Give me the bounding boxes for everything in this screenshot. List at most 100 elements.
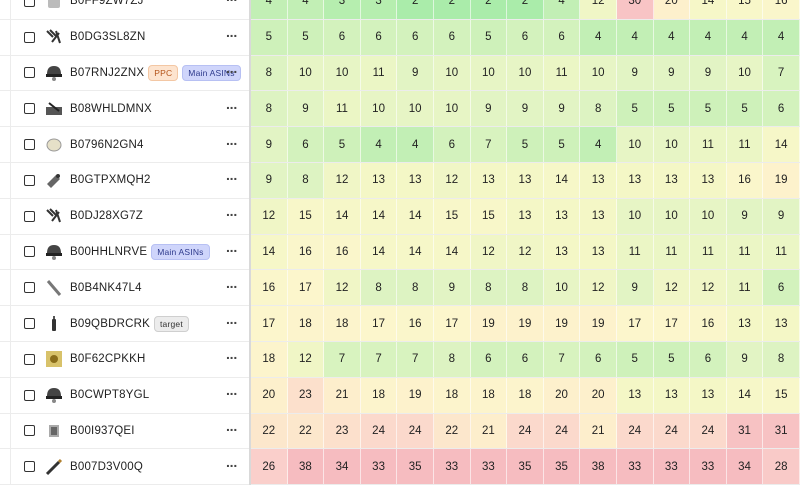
rank-cell: 8: [251, 55, 288, 91]
more-options-button[interactable]: ···: [226, 28, 238, 44]
rank-cell: 22: [251, 413, 288, 449]
row-checkbox[interactable]: [24, 0, 35, 7]
rank-cell: 23: [287, 377, 325, 413]
rank-cell: 33: [470, 449, 508, 485]
more-options-button[interactable]: ···: [226, 457, 238, 473]
asin-text[interactable]: B0B4NK47L4: [70, 282, 142, 294]
asin-text[interactable]: B0DG3SL8ZN: [70, 31, 146, 43]
table-row[interactable]: B0GTPXMQH2 ···: [0, 162, 249, 199]
row-checkbox[interactable]: [24, 67, 35, 79]
rank-cell: 5: [616, 341, 654, 377]
row-checkbox[interactable]: [24, 425, 35, 437]
rank-cell: 10: [287, 55, 325, 91]
rank-cell: 10: [433, 55, 471, 91]
rank-cell: 3: [360, 0, 398, 19]
more-options-button[interactable]: ···: [226, 135, 238, 151]
rank-cell: 12: [251, 198, 288, 234]
more-options-button[interactable]: ···: [226, 171, 238, 187]
more-options-button[interactable]: ···: [226, 243, 238, 259]
table-row[interactable]: B007D3V00Q ···: [0, 449, 249, 486]
rank-cell: 18: [470, 377, 508, 413]
table-row[interactable]: B08WHLDMNX ···: [0, 91, 249, 128]
table-row[interactable]: B0FF9ZW7ZJ ···: [0, 0, 249, 20]
rank-cell: 5: [616, 91, 654, 127]
table-row[interactable]: B0796N2GN4 ···: [0, 127, 249, 163]
asin-text[interactable]: B09QBDRCRK: [70, 318, 150, 330]
row-checkbox[interactable]: [24, 139, 35, 151]
asin-text[interactable]: B0DJ28XG7Z: [70, 210, 143, 222]
gadget-icon: [44, 170, 64, 190]
asin-text[interactable]: B00HHLNRVE: [70, 246, 147, 258]
row-edge: [0, 162, 11, 198]
more-options-button[interactable]: ···: [226, 422, 238, 438]
table-row[interactable]: B00I937QEI ···: [0, 413, 249, 450]
rank-cell: 5: [251, 19, 288, 55]
tools-icon: [44, 206, 64, 226]
more-options-button[interactable]: ···: [226, 0, 238, 8]
row-checkbox[interactable]: [24, 31, 35, 43]
rank-cell: 38: [287, 449, 325, 485]
more-options-button[interactable]: ···: [226, 278, 238, 294]
asin-text[interactable]: B0796N2GN4: [70, 139, 144, 151]
row-checkbox[interactable]: [24, 461, 35, 473]
row-checkbox[interactable]: [24, 318, 35, 330]
more-options-button[interactable]: ···: [226, 64, 238, 80]
table-row[interactable]: B09QBDRCRK target ···: [0, 306, 249, 342]
row-edge: [0, 270, 11, 306]
product-icon: [44, 0, 64, 11]
helmet-icon: [44, 385, 64, 405]
asin-text[interactable]: B00I937QEI: [70, 425, 135, 437]
asin-text[interactable]: B007D3V00Q: [70, 461, 143, 473]
rank-cell: 17: [251, 306, 288, 341]
rank-cell: 12: [324, 162, 361, 198]
rank-cell: 6: [763, 270, 800, 306]
rank-cell: 7: [470, 127, 508, 162]
row-edge: [0, 234, 11, 270]
rank-cell: 11: [726, 270, 764, 306]
table-row[interactable]: B0DJ28XG7Z ···: [0, 198, 249, 235]
rank-cell: 4: [690, 19, 727, 55]
rank-cell: 7: [360, 341, 398, 377]
table-row[interactable]: B0CWPT8YGL ···: [0, 377, 249, 414]
rank-cell: 10: [360, 91, 398, 127]
rank-row: 8 9 11 10 10 10 9 9 9 8 5 5 5 5 6: [251, 91, 800, 128]
row-checkbox[interactable]: [24, 353, 35, 365]
rank-cell: 13: [616, 162, 654, 198]
rank-cell: 30: [616, 0, 654, 19]
asin-cell: B00HHLNRVE Main ASINs: [70, 243, 210, 260]
more-options-button[interactable]: ···: [226, 386, 238, 402]
asin-cell: B0796N2GN4: [70, 139, 144, 151]
more-options-button[interactable]: ···: [226, 100, 238, 116]
row-checkbox[interactable]: [24, 282, 35, 294]
asin-text[interactable]: B0FF9ZW7ZJ: [70, 0, 144, 7]
table-row[interactable]: B0F62CPKKH ···: [0, 341, 249, 378]
rank-cell: 6: [507, 341, 544, 377]
more-options-button[interactable]: ···: [226, 207, 238, 223]
rank-cell: 33: [616, 449, 654, 485]
rank-cell: 14: [726, 377, 764, 413]
asin-text[interactable]: B0CWPT8YGL: [70, 389, 149, 401]
more-options-button[interactable]: ···: [226, 314, 238, 330]
row-checkbox[interactable]: [24, 174, 35, 186]
rank-cell: 22: [433, 413, 471, 449]
table-row[interactable]: B07RNJ2ZNX PPC Main ASINs ···: [0, 55, 249, 92]
asin-text[interactable]: B08WHLDMNX: [70, 103, 152, 115]
ppc-tag: PPC: [148, 64, 179, 81]
row-checkbox[interactable]: [24, 389, 35, 401]
asin-text[interactable]: B07RNJ2ZNX: [70, 67, 144, 79]
table-row[interactable]: B00HHLNRVE Main ASINs ···: [0, 234, 249, 271]
asin-text[interactable]: B0F62CPKKH: [70, 353, 146, 365]
asin-text[interactable]: B0GTPXMQH2: [70, 174, 151, 186]
rank-cell: 10: [580, 55, 617, 91]
table-row[interactable]: B0B4NK47L4 ···: [0, 270, 249, 307]
row-checkbox[interactable]: [24, 210, 35, 222]
rank-cell: 28: [763, 449, 800, 485]
table-row[interactable]: B0DG3SL8ZN ···: [0, 19, 249, 56]
rank-cell: 24: [690, 413, 727, 449]
rank-cell: 16: [324, 234, 361, 270]
more-options-button[interactable]: ···: [226, 350, 238, 366]
row-checkbox[interactable]: [24, 246, 35, 258]
row-checkbox[interactable]: [24, 103, 35, 115]
rank-cell: 12: [580, 0, 617, 19]
rank-cell: 13: [653, 377, 691, 413]
